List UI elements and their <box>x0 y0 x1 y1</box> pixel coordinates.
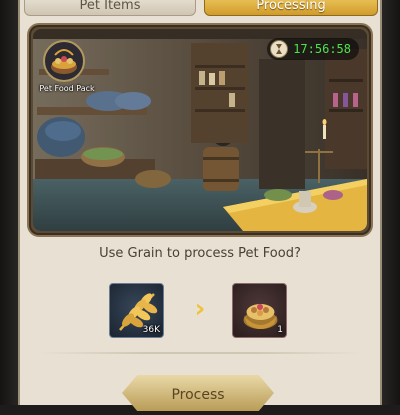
tab-pet-items[interactable]: Pet Items <box>24 0 196 16</box>
tab-processing[interactable]: Processing <box>204 0 378 16</box>
grain-count: 36K <box>142 325 160 335</box>
workshop-scene-frame: Pet Food Pack 17:56:58 <box>29 25 371 235</box>
divider <box>38 352 362 354</box>
pet-food-item-slot[interactable]: 1 <box>232 283 287 338</box>
grain-item-slot[interactable]: 36K <box>109 283 164 338</box>
left-backdrop <box>0 0 20 405</box>
processing-timer: 17:56:58 <box>267 38 359 60</box>
process-button[interactable]: Process <box>122 375 274 411</box>
chevron-right-icon: › <box>194 294 206 324</box>
right-backdrop <box>380 0 400 405</box>
pet-food-count: 1 <box>277 325 283 335</box>
process-question: Use Grain to process Pet Food? <box>99 246 301 261</box>
tab-bar: Pet Items Processing <box>22 0 378 16</box>
pet-food-pack-label: Pet Food Pack <box>39 84 95 93</box>
timer-value: 17:56:58 <box>293 42 351 56</box>
workshop-scene: Pet Food Pack 17:56:58 <box>33 29 367 231</box>
pet-food-pack-icon[interactable] <box>42 39 86 83</box>
hourglass-icon <box>270 40 289 58</box>
